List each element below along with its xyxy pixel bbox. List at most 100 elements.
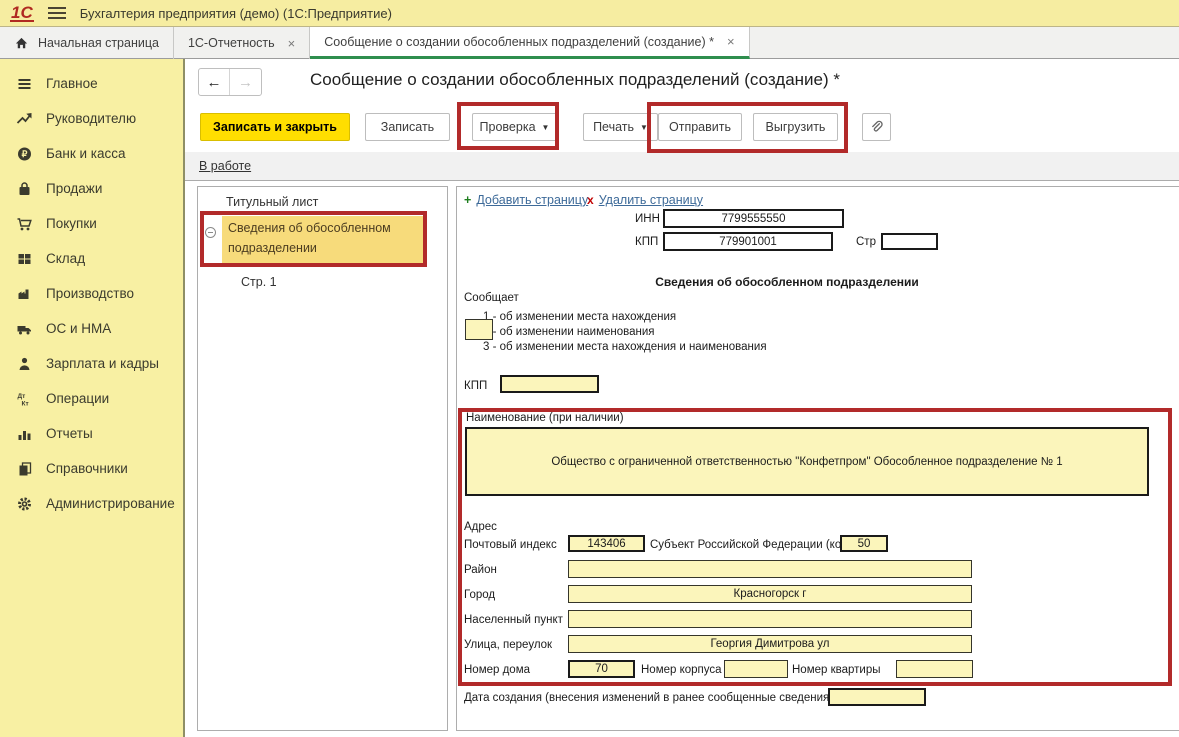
send-button[interactable]: Отправить <box>658 113 742 141</box>
sidebar-item-administration[interactable]: Администрирование <box>0 486 183 521</box>
inn-label: ИНН <box>635 213 660 225</box>
save-button[interactable]: Записать <box>365 113 450 141</box>
sidebar-item-fixed-assets[interactable]: ОС и НМА <box>0 311 183 346</box>
district-field[interactable] <box>568 560 972 578</box>
tree-item-title-sheet[interactable]: Титульный лист <box>226 195 318 209</box>
menu-icon <box>13 76 35 92</box>
add-page-link[interactable]: + Добавить страницу <box>464 193 588 207</box>
tab-label: Сообщение о создании обособленных подраз… <box>324 35 714 49</box>
address-section-label: Адрес <box>464 521 497 533</box>
delete-page-label: Удалить страницу <box>599 193 703 207</box>
plus-icon: + <box>464 193 471 207</box>
status-strip: В работе <box>185 152 1179 181</box>
print-button[interactable]: Печать▼ <box>583 113 658 141</box>
sidebar-item-label: Операции <box>46 391 109 406</box>
sidebar-item-warehouse[interactable]: Склад <box>0 241 183 276</box>
check-button[interactable]: Проверка▼ <box>472 113 557 141</box>
sidebar-item-purchases[interactable]: Покупки <box>0 206 183 241</box>
name-field[interactable]: Общество с ограниченной ответственностью… <box>465 427 1149 496</box>
house-number-label: Номер дома <box>464 664 530 676</box>
save-and-close-button[interactable]: Записать и закрыть <box>200 113 350 141</box>
flat-number-field[interactable] <box>896 660 973 678</box>
postal-index-field[interactable]: 143406 <box>568 535 645 552</box>
sidebar-item-reports[interactable]: Отчеты <box>0 416 183 451</box>
person-icon <box>13 356 35 372</box>
district-label: Район <box>464 564 497 576</box>
sidebar-item-label: Главное <box>46 76 98 91</box>
add-page-label: Добавить страницу <box>476 193 588 207</box>
tree-item-page-1[interactable]: Стр. 1 <box>241 275 277 289</box>
x-icon: x <box>587 193 594 207</box>
close-tab-icon[interactable]: × <box>727 34 735 49</box>
sidebar-item-production[interactable]: Производство <box>0 276 183 311</box>
dropdown-icon: ▼ <box>542 123 550 132</box>
sidebar-item-label: Покупки <box>46 216 97 231</box>
city-field[interactable]: Красногорск г <box>568 585 972 603</box>
factory-icon <box>13 286 35 302</box>
main-menu-button[interactable] <box>48 7 66 19</box>
sidebar-item-label: ОС и НМА <box>46 321 111 336</box>
sidebar-item-operations[interactable]: ДтКт Операции <box>0 381 183 416</box>
sidebar-item-bank-cash[interactable]: ₽ Банк и касса <box>0 136 183 171</box>
close-tab-icon[interactable]: × <box>288 36 296 51</box>
attachments-button[interactable] <box>862 113 891 141</box>
tab-home-label: Начальная страница <box>38 36 159 50</box>
collapse-icon[interactable] <box>205 227 216 238</box>
building-number-field[interactable] <box>724 660 788 678</box>
kpp-label: КПП <box>635 236 658 248</box>
kpp2-label: КПП <box>464 380 487 392</box>
sidebar-item-manager[interactable]: Руководителю <box>0 101 183 136</box>
sidebar-item-main[interactable]: Главное <box>0 66 183 101</box>
sidebar-item-sales[interactable]: Продажи <box>0 171 183 206</box>
street-field[interactable]: Георгия Димитрова ул <box>568 635 972 653</box>
export-button[interactable]: Выгрузить <box>753 113 838 141</box>
page-title: Сообщение о создании обособленных подраз… <box>310 70 840 90</box>
app-title: Бухгалтерия предприятия (демо) (1С:Предп… <box>80 6 392 21</box>
sidebar-item-label: Администрирование <box>46 496 175 511</box>
sidebar-item-salary-hr[interactable]: Зарплата и кадры <box>0 346 183 381</box>
sidebar-item-label: Руководителю <box>46 111 136 126</box>
str-field[interactable] <box>881 233 938 250</box>
city-label: Город <box>464 589 495 601</box>
sidebar-item-label: Продажи <box>46 181 102 196</box>
tab-home[interactable]: Начальная страница <box>0 27 174 59</box>
inn-field[interactable]: 7799555550 <box>663 209 844 228</box>
house-number-field[interactable]: 70 <box>568 660 635 678</box>
sidebar-item-directories[interactable]: Справочники <box>0 451 183 486</box>
bag-icon <box>13 181 35 197</box>
button-label: Записать и закрыть <box>213 120 337 134</box>
tab-label: 1С-Отчетность <box>188 36 275 50</box>
sidebar: Главное Руководителю ₽ Банк и касса Прод… <box>0 59 185 737</box>
sidebar-item-label: Склад <box>46 251 85 266</box>
locality-label: Населенный пункт <box>464 614 563 626</box>
creation-date-field[interactable] <box>828 688 926 706</box>
button-label: Отправить <box>669 120 731 134</box>
notify-label: Сообщает <box>464 292 519 304</box>
cart-icon <box>13 216 35 232</box>
forward-button[interactable]: → <box>230 69 261 95</box>
tree-item-subdivision-info[interactable]: Сведения об обособленном подразделении <box>222 216 423 264</box>
dt-kt-icon: ДтКт <box>13 391 35 407</box>
status-link[interactable]: В работе <box>199 159 251 173</box>
notify-option-3: 3 - об изменении места нахождения и наим… <box>483 341 767 353</box>
notify-code-field[interactable] <box>465 319 493 340</box>
locality-field[interactable] <box>568 610 972 628</box>
name-label: Наименование (при наличии) <box>466 412 624 424</box>
tab-bar: Начальная страница 1С-Отчетность × Сообщ… <box>0 27 1179 59</box>
svg-text:Дт: Дт <box>17 393 25 400</box>
tab-message-subdivisions[interactable]: Сообщение о создании обособленных подраз… <box>310 27 749 59</box>
region-code-field[interactable]: 50 <box>840 535 888 552</box>
sidebar-item-label: Справочники <box>46 461 128 476</box>
kpp2-field[interactable] <box>500 375 599 393</box>
tab-1c-reporting[interactable]: 1С-Отчетность × <box>174 27 310 59</box>
chart-icon <box>13 426 35 442</box>
nav-buttons: ← → <box>198 68 262 96</box>
delete-page-link[interactable]: x Удалить страницу <box>587 193 703 207</box>
trend-icon <box>13 111 35 127</box>
back-button[interactable]: ← <box>199 69 230 95</box>
kpp-field[interactable]: 779901001 <box>663 232 833 251</box>
button-label: Печать <box>593 120 634 134</box>
flat-number-label: Номер квартиры <box>792 664 881 676</box>
svg-text:Кт: Кт <box>21 400 28 407</box>
1c-logo: 1С <box>10 5 34 22</box>
